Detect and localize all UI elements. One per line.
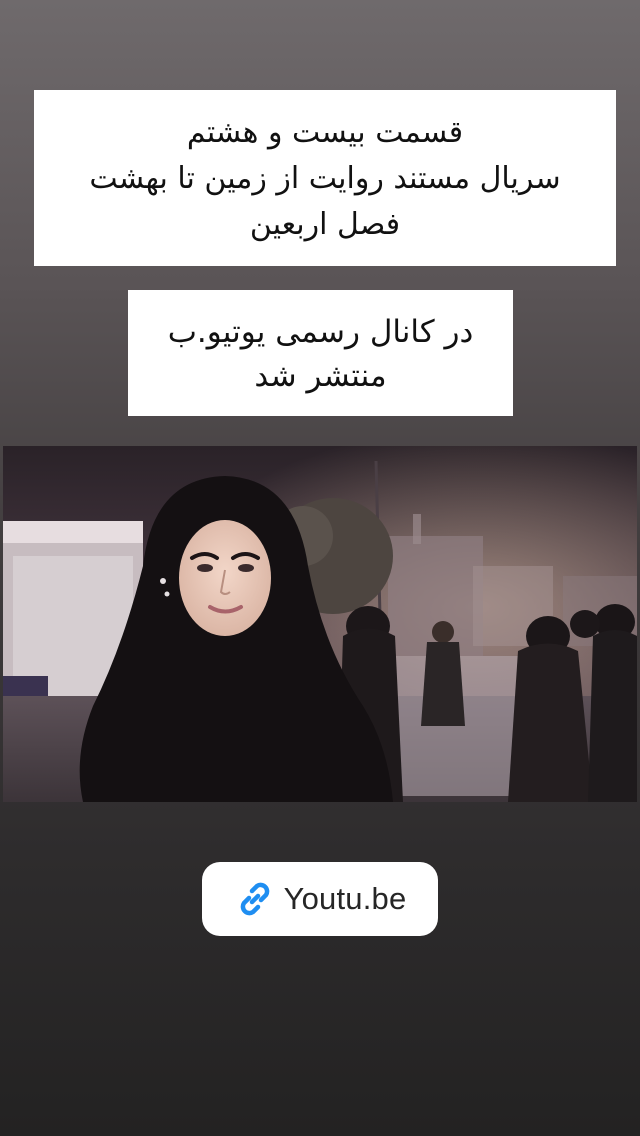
- link-label: Youtu.be: [283, 881, 407, 916]
- caption-line: در کانال رسمی یوتیو.ب: [167, 314, 474, 350]
- caption-line: قسمت بیست و هشتم: [186, 115, 464, 150]
- caption-box-top: قسمت بیست و هشتم سریال مستند روایت از زم…: [34, 90, 616, 266]
- link-icon: [234, 878, 276, 920]
- story-photo: [3, 446, 637, 802]
- caption-line: فصل اربعین: [249, 207, 401, 242]
- link-sticker[interactable]: Youtu.be: [202, 862, 438, 936]
- caption-line: سریال مستند روایت از زمین تا بهشت: [89, 161, 561, 196]
- caption-box-bottom: در کانال رسمی یوتیو.ب منتشر شد: [128, 290, 513, 416]
- caption-line: منتشر شد: [254, 358, 387, 394]
